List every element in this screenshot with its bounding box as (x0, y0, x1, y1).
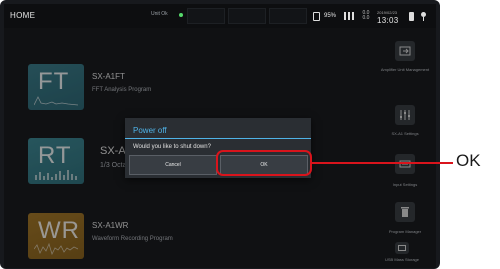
channel-slot (228, 8, 266, 24)
dialog-divider (125, 138, 311, 139)
battery-percent: 95% (324, 13, 337, 19)
home-screen: HOME Unit Ok 95% 0.0 0.0 2019/02/23 13:0… (4, 4, 436, 268)
callout-label: OK (456, 151, 481, 170)
callout-line (312, 162, 453, 164)
home-title: HOME (10, 11, 36, 20)
wifi-status: 0.0 0.0 (362, 10, 370, 21)
lock-icon[interactable] (409, 12, 414, 21)
ok-highlight-ring (216, 150, 312, 176)
battery-icon (313, 12, 320, 21)
unit-status-text: Unit Ok (151, 11, 168, 17)
unit-status-indicator (179, 13, 183, 17)
location-pin-icon[interactable] (421, 12, 426, 21)
time-text: 13:03 (377, 16, 399, 25)
tablet-frame: HOME Unit Ok 95% 0.0 0.0 2019/02/23 13:0… (0, 0, 440, 269)
signal-icon (344, 12, 354, 20)
channel-slot (187, 8, 225, 24)
date-text: 2019/02/23 (377, 10, 398, 15)
channel-slot (269, 8, 307, 24)
cancel-button[interactable]: Cancel (129, 155, 217, 175)
dialog-title: Power off (133, 126, 167, 135)
dialog-message: Would you like to shut down? (133, 144, 211, 150)
status-bar: HOME Unit Ok 95% 0.0 0.0 2019/02/23 13:0… (4, 4, 436, 28)
